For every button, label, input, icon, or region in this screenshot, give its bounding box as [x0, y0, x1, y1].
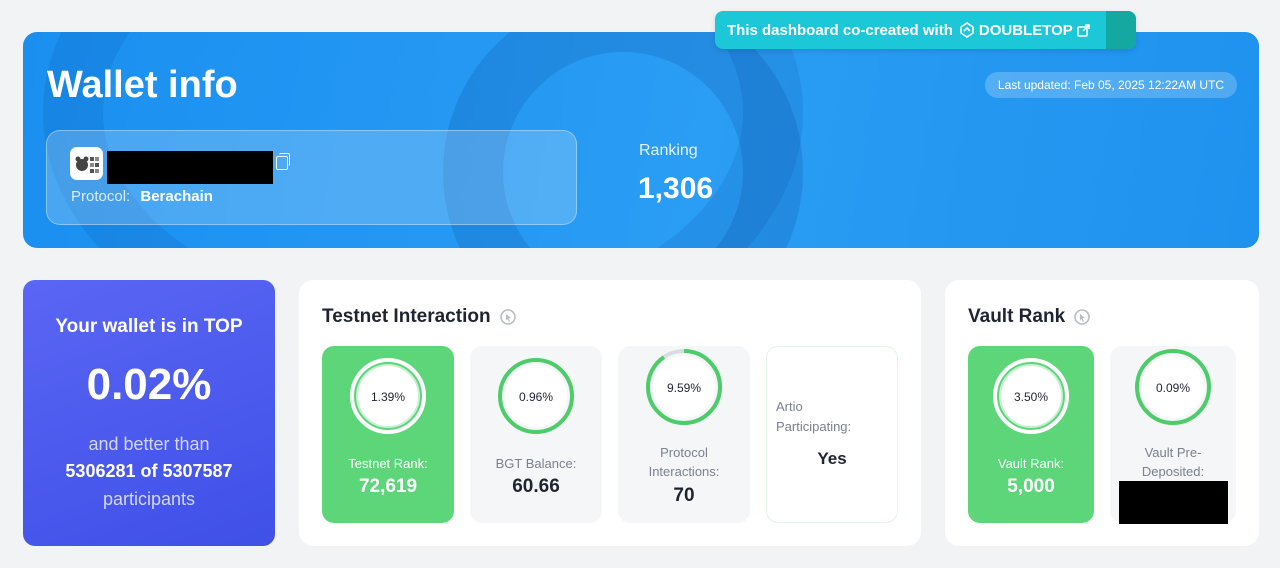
external-link-icon	[1077, 23, 1090, 37]
page-title: Wallet info	[47, 64, 238, 106]
testnet-title-text: Testnet Interaction	[322, 306, 491, 327]
top-card-percent: 0.02%	[86, 360, 212, 409]
ring-percent: 3.50%	[1013, 390, 1049, 404]
doubletop-link[interactable]: DOUBLETOP	[959, 22, 1090, 39]
vault-rank-tile: 3.50% Vault Rank: 5,000	[968, 346, 1094, 523]
refresh-icon[interactable]	[1073, 308, 1091, 326]
testnet-rank-tile: 1.39% Testnet Rank: 72,619	[322, 346, 454, 523]
protocol-row: Protocol: Berachain	[71, 188, 213, 205]
tile-label: Testnet Rank:	[348, 456, 428, 471]
wallet-header: Wallet info Last updated: Feb 05, 2025 1…	[23, 32, 1259, 248]
top-card-participants: participants	[102, 489, 196, 509]
refresh-icon[interactable]	[499, 308, 517, 326]
cocreated-banner[interactable]: This dashboard co-created with DOUBLETOP	[715, 11, 1136, 49]
tile-value: 5,000	[1007, 476, 1055, 497]
bgt-balance-tile: 0.96% BGT Balance: 60.66	[470, 346, 602, 523]
top-percent-card: Your wallet is in TOP 0.02% and better t…	[23, 280, 275, 546]
testnet-panel-title: Testnet Interaction	[322, 306, 517, 328]
avatar	[70, 147, 103, 180]
tile-value: 60.66	[512, 476, 560, 497]
top-card-heading: Your wallet is in TOP	[55, 316, 243, 337]
ranking-label: Ranking	[639, 142, 698, 159]
ring-percent: 9.59%	[666, 381, 702, 395]
tile-label: Artio Participating:	[776, 399, 852, 434]
copy-icon[interactable]	[276, 153, 290, 170]
doubletop-brand: DOUBLETOP	[978, 21, 1073, 39]
tile-value: 72,619	[358, 476, 418, 497]
tile-label: Vault Rank:	[997, 456, 1065, 471]
tile-value: 70	[673, 485, 695, 506]
vault-panel-title: Vault Rank	[968, 306, 1091, 328]
tile-label: BGT Balance:	[495, 456, 577, 471]
ring-percent: 0.09%	[1155, 381, 1191, 395]
banner-tail	[1106, 11, 1136, 49]
vault-title-text: Vault Rank	[968, 306, 1066, 327]
wallet-card: Protocol: Berachain	[46, 130, 577, 225]
testnet-interaction-panel: Testnet Interaction 1.39% Testnet Rank: …	[299, 280, 921, 546]
ring-percent: 0.96%	[518, 390, 554, 404]
last-updated-badge: Last updated: Feb 05, 2025 12:22AM UTC	[985, 72, 1237, 98]
vault-value-redacted	[1119, 481, 1228, 524]
wallet-address-redacted	[107, 151, 273, 184]
wallet-avatar-icon	[75, 156, 99, 173]
tile-label: Vault Pre-Deposited:	[1141, 445, 1205, 479]
top-card-subtext: and better than	[88, 434, 210, 454]
artio-participating-tile: Artio Participating: Yes	[766, 346, 898, 523]
tile-value: Yes	[817, 449, 847, 468]
ring-percent: 1.39%	[370, 390, 406, 404]
tile-label: Protocol Interactions:	[648, 445, 720, 479]
top-card-count: 5306281 of 5307587	[65, 461, 233, 481]
protocol-label: Protocol:	[71, 188, 131, 205]
cocreated-text: This dashboard co-created with	[727, 21, 953, 39]
doubletop-logo-icon	[960, 22, 974, 38]
ranking-value: 1,306	[638, 172, 714, 205]
protocol-interactions-tile: 9.59% Protocol Interactions: 70	[618, 346, 750, 523]
vault-pre-deposited-tile: 0.09% Vault Pre-Deposited:	[1110, 346, 1236, 524]
protocol-value: Berachain	[140, 188, 213, 205]
vault-rank-panel: Vault Rank 3.50% Vault Rank: 5,000 0.09%…	[945, 280, 1259, 546]
